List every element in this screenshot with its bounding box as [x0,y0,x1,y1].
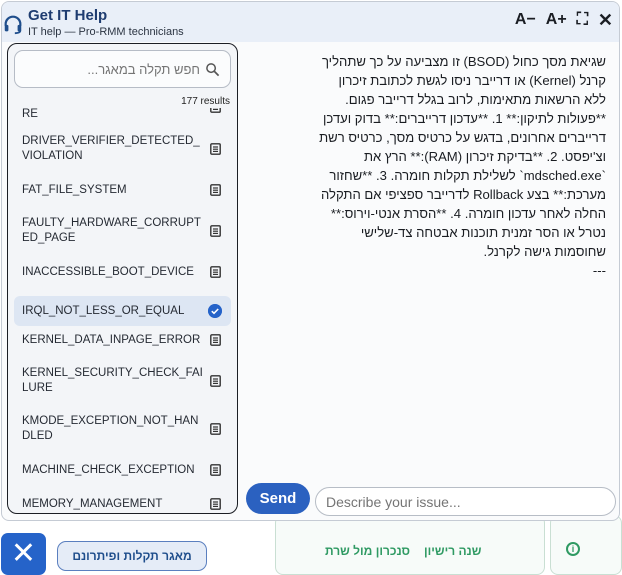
issue-list-item[interactable]: MACHINE_CHECK_EXCEPTION [14,460,231,480]
issue-label: KMODE_EXCEPTION_NOT_HANDLED [22,415,199,442]
document-icon [210,498,221,510]
send-button[interactable]: Send [246,483,310,514]
issue-details: שגיאת מסך כחול (BSOD) זו מצביעה על כך שת… [246,52,606,280]
issue-list-item[interactable]: FAT_FILE_SYSTEM [14,180,231,200]
document-icon [210,266,221,278]
issue-input[interactable] [315,487,616,516]
issue-list-item[interactable]: FAULTY_HARDWARE_CORRUPTED_PAGE [14,214,231,248]
details-line: החלה לאחר עדכון חומרה. 4. **הסרת אנטי-וי… [330,206,606,221]
issue-list-item[interactable]: DRIVER_POWER_STATE_FAILURE [14,108,231,120]
change-license-link[interactable]: שנה רישיון [424,544,481,558]
details-line: שגיאת מסך כחול (BSOD) זו מצביעה על כך שת… [321,54,606,69]
expand-icon[interactable]: ⛶ [577,12,588,28]
issue-label: FAT_FILE_SYSTEM [22,183,127,196]
knowledge-base-button[interactable]: מאגר תקלות ופיתרונם [57,541,207,571]
issue-label: DRIVER_POWER_STATE_FAILURE [22,108,38,120]
results-count: 177 results [181,96,230,107]
close-chat-button[interactable]: ✕ [1,533,46,575]
search-icon [206,63,220,77]
issue-list-item[interactable]: KMODE_EXCEPTION_NOT_HANDLED [14,412,231,446]
document-icon [210,184,221,196]
document-icon [210,464,221,476]
details-line: וצ'יפסט. 2. **בדיקת זיכרון (RAM):** הרץ … [363,149,606,164]
issue-list-item[interactable]: DRIVER_VERIFIER_DETECTED_VIOLATION [14,132,231,166]
issue-label: INACCESSIBLE_BOOT_DEVICE [22,265,194,278]
search-input[interactable] [14,50,231,88]
background-links: סנכרון מול שרת שנה רישיון [325,544,481,558]
details-line: נטרל או הסר זמנית תוכנות אבטחה צד-שלישי [360,225,606,240]
info-icon[interactable]: i [566,542,580,556]
issues-list: DRIVER_POWER_STATE_FAILURE DRIVER_VERIFIE… [14,108,231,513]
headset-icon [4,15,22,35]
issue-label: IRQL_NOT_LESS_OR_EQUAL [22,304,185,317]
details-line: `mdsched.exe` לשלילת תקלות חומרה. 3. **ש… [329,168,606,183]
details-line: דרייברים אחרונים, בדגש על כרטיס מסך, כרט… [319,130,606,145]
document-icon [210,423,221,435]
help-window: Get IT Help IT help — Pro-RMM technician… [1,1,620,521]
app-subtitle: IT help — Pro-RMM technicians [28,26,184,38]
issue-label: MEMORY_MANAGEMENT [22,497,163,510]
details-line: שחוסמות גישה לקרנל. [483,244,607,259]
font-increase-button[interactable]: A+ [546,12,567,28]
font-decrease-button[interactable]: A− [515,12,536,28]
document-icon [210,143,221,155]
issue-list-item[interactable]: KERNEL_DATA_INPAGE_ERROR [14,330,231,350]
issue-label: FAULTY_HARDWARE_CORRUPTED_PAGE [22,217,201,244]
details-line: קרנל (Kernel) או דרייבר ניסו לגשת לכתובת… [338,73,606,88]
issues-panel: 177 results DRIVER_POWER_STATE_FAILUREDR… [7,43,238,514]
details-line: מערכת:** בצע Rollback לדרייבר ספציפי אם … [320,187,606,202]
issue-label: KERNEL_DATA_INPAGE_ERROR [22,333,201,346]
issue-label: KERNEL_SECURITY_CHECK_FAILURE [22,367,203,394]
check-icon [208,304,222,318]
window-header: Get IT Help IT help — Pro-RMM technician… [2,2,619,42]
issue-list-item[interactable]: IRQL_NOT_LESS_OR_EQUAL [14,296,231,326]
issue-list-item[interactable]: INACCESSIBLE_BOOT_DEVICE [14,262,231,282]
details-line: --- [592,263,606,278]
issue-list-item[interactable]: MEMORY_MANAGEMENT [14,494,231,513]
document-icon [210,108,221,113]
document-icon [210,334,221,346]
app-title: Get IT Help [28,7,108,24]
issue-label: MACHINE_CHECK_EXCEPTION [22,463,195,476]
details-line: ללא הרשאות מתאימות, לרוב בגלל דרייבר פגו… [345,92,606,107]
issue-label: DRIVER_VERIFIER_DETECTED_VIOLATION [22,135,200,162]
close-icon[interactable]: ✕ [598,11,613,29]
document-icon [210,225,221,237]
details-line: **פעולות לתיקון:** 1. **עדכון דרייברים:*… [322,111,606,126]
background-card-right [550,515,622,575]
document-icon [210,375,221,387]
issue-list-item[interactable]: KERNEL_SECURITY_CHECK_FAILURE [14,364,231,398]
sync-server-link[interactable]: סנכרון מול שרת [325,544,410,558]
